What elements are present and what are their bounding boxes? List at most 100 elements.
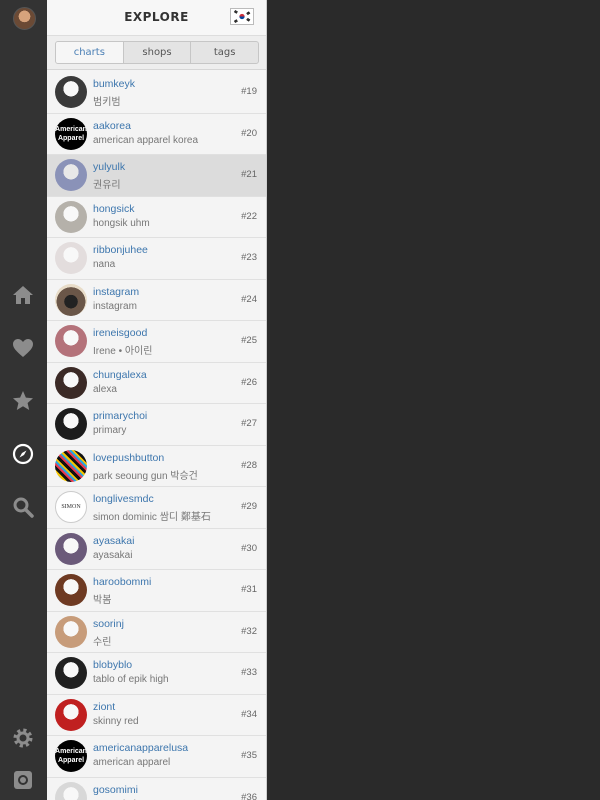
avatar: American Apparel — [55, 117, 87, 150]
rank-label: #23 — [241, 252, 257, 263]
avatar — [55, 698, 87, 731]
display-name: primary — [93, 425, 127, 436]
list-item[interactable]: ireneisgood Irene • 아이린 #25 — [47, 321, 266, 363]
chart-list: bumkeyk 범키범 #19 American Apparel aakorea amer… — [47, 72, 266, 800]
display-name: american apparel korea — [93, 134, 199, 146]
avatar — [55, 283, 87, 316]
list-item[interactable]: American Apparel aakorea american apparel … — [47, 113, 266, 155]
username-link[interactable]: instagram — [93, 286, 139, 298]
display-name: alexa — [93, 383, 117, 395]
rank-label: #32 — [241, 625, 257, 637]
username-link[interactable]: ayasakai — [93, 535, 134, 547]
username-link[interactable]: soorinj — [93, 618, 124, 630]
username-link[interactable]: longlivesmdc — [93, 493, 154, 505]
avatar — [55, 76, 87, 108]
username-link[interactable]: haroobommi — [93, 576, 151, 588]
heart-icon[interactable] — [11, 336, 35, 360]
rank-label: #24 — [241, 293, 257, 305]
list-item[interactable]: instagram instagram #24 — [47, 279, 266, 321]
star-icon[interactable] — [11, 389, 35, 413]
username-link[interactable]: ribbonjuhee — [93, 244, 148, 256]
rank-label: #19 — [241, 86, 257, 97]
american-apparel-logo: American Apparel — [55, 740, 87, 772]
list-item[interactable]: primarychoi primary #27 — [47, 404, 266, 446]
tab-charts[interactable]: charts — [56, 42, 124, 63]
username-link[interactable]: americanapparelusa — [93, 742, 188, 754]
segment-bar: charts shops tags — [47, 36, 266, 70]
username-link[interactable]: blobyblo — [93, 659, 132, 671]
list-item[interactable]: ribbonjuhee nana #23 — [47, 238, 266, 280]
username-link[interactable]: gosomimi — [93, 784, 138, 796]
list-item[interactable]: American Apparel americanapparelusa americ… — [47, 736, 266, 778]
display-name: american apparel — [93, 757, 171, 768]
compass-icon[interactable] — [11, 442, 35, 466]
rank-label: #31 — [241, 584, 257, 595]
segmented-control: charts shops tags — [55, 41, 259, 64]
list-item[interactable]: hongsick hongsik uhm #22 — [47, 196, 266, 238]
username-link[interactable]: chungalexa — [93, 369, 147, 381]
list-item[interactable]: lovepushbutton park seoung gun 박승건 #28 — [47, 445, 266, 487]
username-link[interactable]: primarychoi — [93, 410, 147, 422]
rank-label: #33 — [241, 667, 257, 678]
username-link[interactable]: hongsick — [93, 203, 134, 215]
username-link[interactable]: ziont — [93, 701, 115, 713]
settings-icon[interactable] — [11, 726, 35, 750]
rank-label: #26 — [241, 376, 257, 388]
avatar — [55, 159, 87, 191]
rank-label: #35 — [241, 750, 257, 761]
rank-label: #25 — [241, 335, 257, 346]
avatar — [55, 449, 87, 482]
rank-label: #34 — [241, 708, 257, 720]
avatar — [55, 200, 87, 233]
list-item[interactable]: bumkeyk 범키범 #19 — [47, 72, 266, 114]
tab-shops[interactable]: shops — [124, 42, 192, 63]
header-bar: EXPLORE — [47, 0, 266, 36]
display-name: 권유리 — [93, 180, 121, 191]
home-icon[interactable] — [11, 283, 35, 307]
rank-label: #27 — [241, 418, 257, 429]
camera-icon[interactable] — [11, 768, 35, 792]
username-link[interactable]: lovepushbutton — [93, 452, 164, 464]
username-link[interactable]: aakorea — [93, 120, 131, 132]
list-item[interactable]: ziont skinny red #34 — [47, 694, 266, 736]
display-name: park seoung gun 박승건 — [93, 470, 198, 482]
rank-label: #30 — [241, 542, 257, 554]
display-name: instagram — [93, 300, 137, 312]
rank-label: #29 — [241, 501, 257, 512]
simon-logo: SIMON — [61, 504, 81, 510]
rank-label: #21 — [241, 169, 257, 180]
list-item[interactable]: yulyulk 권유리 #21 — [47, 155, 266, 197]
avatar — [55, 366, 87, 399]
display-name: 수린 — [93, 636, 112, 648]
list-item[interactable]: gosomimigosomimi#36 — [47, 777, 266, 800]
avatar — [55, 615, 87, 648]
rank-label: #20 — [241, 127, 257, 139]
avatar — [55, 532, 87, 565]
avatar — [55, 781, 87, 800]
list-item[interactable]: soorinj 수린 #32 — [47, 611, 266, 653]
rank-label: #28 — [241, 459, 257, 471]
list-item[interactable]: SIMON longlivesmdc simon dominic 쌈디 鄭基石 #29 — [47, 487, 266, 529]
display-name: hongsik uhm — [93, 217, 150, 229]
list-item[interactable]: blobyblo tablo of epik high #33 — [47, 653, 266, 695]
korea-flag-icon[interactable] — [230, 8, 254, 25]
list-item[interactable]: chungalexa alexa #26 — [47, 362, 266, 404]
avatar: American Apparel — [55, 740, 87, 772]
search-icon[interactable] — [11, 495, 35, 519]
display-name: Irene • 아이린 — [93, 346, 153, 357]
tab-tags[interactable]: tags — [191, 42, 258, 63]
avatar — [55, 325, 87, 357]
avatar: SIMON — [55, 491, 87, 523]
rank-label: #36 — [241, 791, 257, 800]
list-item[interactable]: ayasakai ayasakai #30 — [47, 528, 266, 570]
list-item[interactable]: haroobommi 박봄 #31 — [47, 570, 266, 612]
username-link[interactable]: ireneisgood — [93, 327, 147, 339]
display-name: nana — [93, 259, 116, 270]
username-link[interactable]: bumkeyk — [93, 78, 135, 90]
user-avatar[interactable] — [13, 7, 36, 30]
username-link[interactable]: yulyulk — [93, 161, 125, 173]
display-name: simon dominic 쌈디 鄭基石 — [93, 512, 211, 523]
display-name: tablo of epik high — [93, 674, 169, 685]
display-name: ayasakai — [93, 549, 133, 561]
nav-rail — [0, 0, 47, 800]
